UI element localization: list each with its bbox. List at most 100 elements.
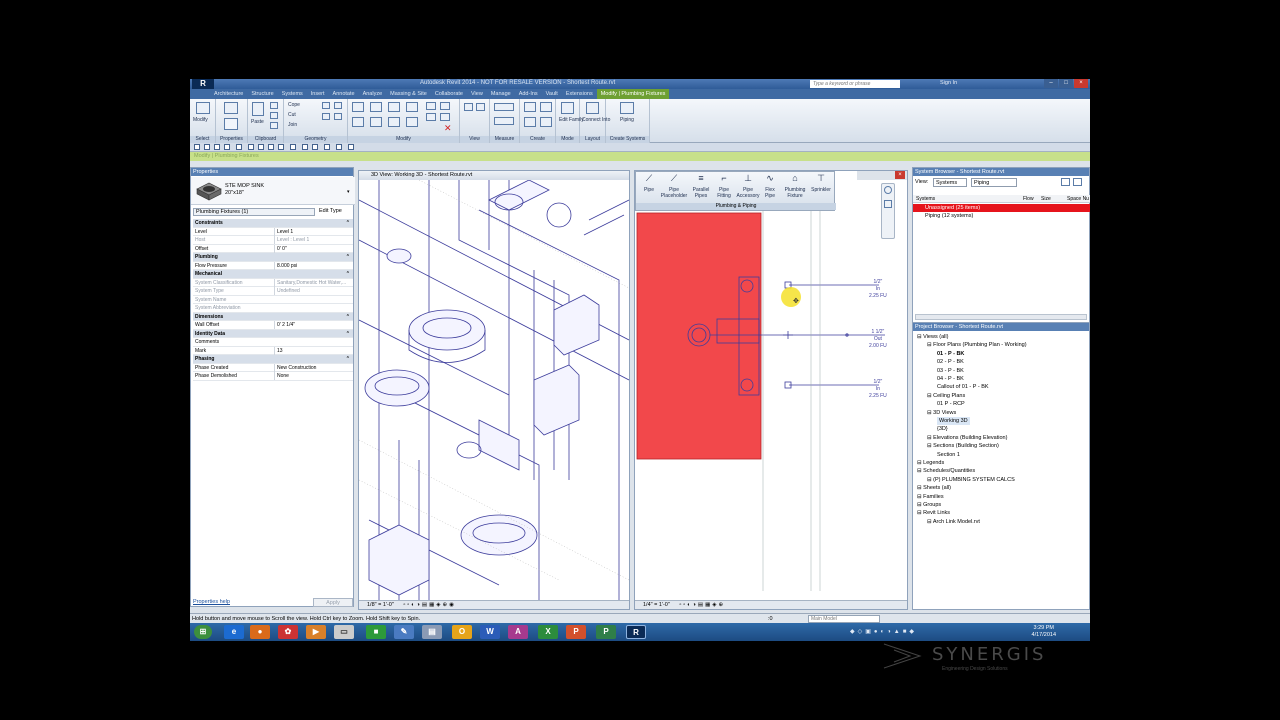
copy-icon[interactable] — [370, 117, 382, 127]
property-value[interactable]: New Construction — [274, 363, 353, 372]
camtasia-icon[interactable]: ■ — [366, 625, 386, 639]
mirror-draw-icon[interactable] — [406, 102, 418, 112]
design-option-dropdown[interactable]: Main Model — [808, 615, 880, 623]
property-category[interactable]: Phasing ⌃ — [193, 355, 353, 364]
property-category[interactable]: Identity Data ⌃ — [193, 329, 353, 338]
property-row[interactable]: Offset 0' 0" — [193, 244, 353, 253]
property-row[interactable]: Level Level 1 — [193, 227, 353, 236]
tab-vault[interactable]: Vault — [542, 91, 562, 97]
revit-taskbar-icon[interactable]: R — [626, 625, 646, 639]
tab-annotate[interactable]: Annotate — [329, 91, 359, 97]
property-category[interactable]: Plumbing ⌃ — [193, 253, 353, 262]
browser-item[interactable]: 01 - P - BK — [937, 350, 964, 358]
property-category[interactable]: Dimensions ⌃ — [193, 312, 353, 321]
autofit-columns-icon[interactable] — [1073, 178, 1082, 186]
help-search-input[interactable]: Type a keyword or phrase — [810, 80, 900, 88]
discipline-filter-dropdown[interactable]: Piping — [971, 178, 1017, 187]
pin-icon[interactable] — [440, 113, 450, 121]
piping-button[interactable]: Piping — [620, 117, 634, 123]
tab-insert[interactable]: Insert — [307, 91, 329, 97]
tab-add-ins[interactable]: Add-Ins — [515, 91, 542, 97]
onenote-icon[interactable]: A — [508, 625, 528, 639]
property-value[interactable]: 8.000 psi — [274, 261, 353, 270]
mirror-axis-icon[interactable] — [388, 102, 400, 112]
system-row-unassigned[interactable]: Unassigned (25 items) — [913, 204, 1090, 212]
split-face-icon[interactable] — [334, 102, 342, 109]
property-row[interactable]: Flow Pressure 8.000 psi — [193, 261, 353, 270]
browser-item[interactable]: ⊟ Sections (Building Section) — [927, 442, 999, 450]
view-3d-window[interactable]: 3D View: Working 3D - Shortest Route.rvt — [358, 170, 630, 610]
property-value[interactable]: 0' 0" — [274, 244, 353, 253]
plumbing-fixture-tool[interactable]: ⌂ Plumbing Fixture — [782, 174, 808, 200]
instance-filter-dropdown[interactable]: Plumbing Fixtures (1) — [193, 208, 315, 216]
browser-item[interactable]: ⊟ 3D Views — [927, 409, 956, 417]
firefox-icon[interactable]: ● — [250, 625, 270, 639]
tab-systems[interactable]: Systems — [278, 91, 307, 97]
flex-pipe-tool[interactable]: ∿ Flex Pipe — [761, 174, 779, 200]
column-space-number[interactable]: Space Nu — [1067, 195, 1089, 203]
paste-icon[interactable] — [252, 102, 264, 116]
explorer-icon[interactable]: ▭ — [334, 625, 354, 639]
array-icon[interactable] — [440, 102, 450, 110]
3d-model-canvas[interactable] — [359, 180, 629, 600]
override-graphics-icon[interactable] — [464, 103, 473, 111]
browser-item[interactable]: 03 - P - BK — [937, 367, 964, 375]
property-row[interactable]: Wall Offset 0' 2 1/4" — [193, 321, 353, 330]
properties-help-link[interactable]: Properties help — [193, 599, 230, 605]
system-row-piping[interactable]: Piping (12 systems) — [913, 212, 1090, 220]
tab-massing-site[interactable]: Massing & Site — [386, 91, 431, 97]
property-row[interactable]: Mark 13 — [193, 346, 353, 355]
word-icon[interactable]: W — [480, 625, 500, 639]
move-icon[interactable] — [352, 117, 364, 127]
measure-icon[interactable] — [494, 103, 514, 111]
plan-close-icon[interactable]: × — [895, 171, 905, 179]
start-button[interactable]: ⊞ — [194, 625, 212, 639]
piping-system-icon[interactable] — [620, 102, 634, 114]
browser-item[interactable]: ⊟ Families — [917, 493, 944, 501]
browser-item[interactable]: 01 P - RCP — [937, 400, 965, 408]
view-3d-scale[interactable]: 1/8" = 1'-0" — [367, 602, 394, 608]
browser-item[interactable]: ⊟ Arch Link Model.rvt — [927, 518, 980, 526]
browser-item[interactable]: ⊟ Revit Links — [917, 509, 950, 517]
type-selector[interactable]: STE MOP SINK 20"x18" ▾ — [191, 177, 355, 205]
customize-qat-icon[interactable] — [348, 144, 354, 150]
property-row[interactable]: System Name — [193, 296, 353, 304]
property-value[interactable]: Level 1 — [274, 227, 353, 236]
collapse-toggle-icon[interactable]: ⌃ — [346, 330, 350, 338]
delete-icon[interactable]: ✕ — [444, 123, 452, 134]
property-row[interactable]: Phase Created New Construction — [193, 363, 353, 372]
print-icon[interactable] — [236, 144, 242, 150]
paint-icon[interactable] — [322, 113, 330, 120]
browser-item[interactable]: Callout of 01 - P - BK — [937, 383, 989, 391]
switch-windows-icon[interactable] — [336, 144, 342, 150]
property-row[interactable]: System Classification Sanitary,Domestic H… — [193, 278, 353, 287]
text-qat-icon[interactable] — [278, 144, 284, 150]
browser-item[interactable]: ⊟ Schedules/Quantities — [917, 467, 975, 475]
minimize-icon[interactable]: – — [1044, 79, 1058, 88]
close-hidden-icon[interactable] — [324, 144, 330, 150]
property-row[interactable]: Phase Demolished None — [193, 372, 353, 381]
tab-manage[interactable]: Manage — [487, 91, 515, 97]
browser-item[interactable]: {3D} — [937, 425, 948, 433]
edit-type-button[interactable]: Edit Type — [319, 208, 342, 214]
property-value[interactable]: 0' 2 1/4" — [274, 321, 353, 329]
tab-view[interactable]: View — [467, 91, 487, 97]
system-tray-icons[interactable]: ◆◇▣●◐◑▲■◆ — [850, 628, 917, 635]
pipe-accessory-tool[interactable]: ⊥ Pipe Accessory — [736, 174, 760, 200]
wall-joins-icon[interactable] — [322, 102, 330, 109]
dimension-qat-icon[interactable] — [258, 144, 264, 150]
edit-family-icon[interactable] — [561, 102, 574, 114]
tool-icon[interactable]: ✎ — [394, 625, 414, 639]
column-size[interactable]: Size — [1041, 195, 1051, 203]
cope-button[interactable]: Cope — [288, 102, 300, 108]
tab-collaborate[interactable]: Collaborate — [431, 91, 467, 97]
property-value[interactable]: 13 — [274, 346, 353, 355]
tab-architecture[interactable]: Architecture — [210, 91, 247, 97]
align-icon[interactable] — [352, 102, 364, 112]
create-group-icon[interactable] — [524, 117, 536, 127]
property-category[interactable]: Mechanical ⌃ — [193, 270, 353, 279]
browser-item[interactable]: ⊟ Views (all) — [917, 333, 948, 341]
default-3d-icon[interactable] — [290, 144, 296, 150]
collapse-toggle-icon[interactable]: ⌃ — [346, 270, 350, 278]
browser-item[interactable]: ⊟ Elevations (Building Elevation) — [927, 434, 1007, 442]
